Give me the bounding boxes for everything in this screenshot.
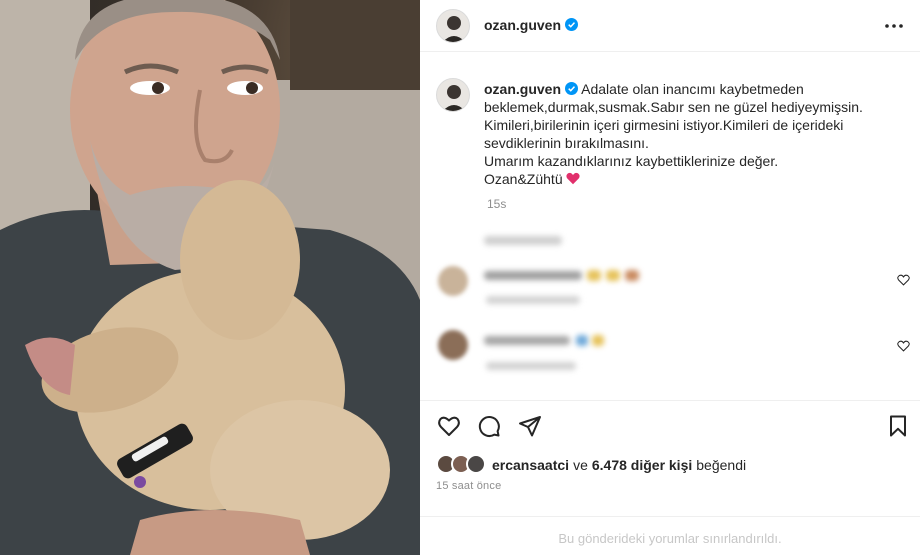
post-panel: ozan.guven ozan.guven Adalate olan inanc… [420, 0, 920, 555]
caption-time: 15s [487, 197, 507, 211]
post-caption: ozan.guven Adalate olan inancımı kaybetm… [484, 80, 904, 188]
post-header: ozan.guven [420, 0, 920, 52]
comment-icon[interactable] [477, 414, 501, 438]
liker-username[interactable]: ercansaatci [492, 457, 569, 473]
comments-restricted-footer: Bu gönderideki yorumlar sınırlandırıldı. [420, 516, 920, 555]
comment-avatar[interactable] [438, 330, 468, 360]
author-avatar[interactable] [436, 9, 470, 43]
likes-summary[interactable]: ercansaatci ve 6.478 diğer kişi beğendi [436, 454, 746, 476]
comment-username-blurred [484, 336, 570, 345]
likes-suffix: beğendi [696, 457, 747, 473]
comment-meta-blurred [486, 362, 576, 370]
comment-meta-blurred [486, 296, 580, 304]
verified-badge-icon [565, 18, 579, 31]
comment-like-icon[interactable] [897, 274, 910, 286]
comment-emoji-blurred [576, 335, 588, 346]
comment-emoji-blurred [606, 270, 620, 281]
likes-conj: ve [573, 457, 588, 473]
comment-emoji-blurred [625, 270, 639, 281]
actions-divider [420, 400, 920, 401]
post-photo[interactable] [0, 0, 420, 555]
caption-text-5: Umarım kazandıklarınız kaybettiklerinize… [484, 153, 779, 169]
likes-others[interactable]: 6.478 diğer kişi [592, 457, 692, 473]
comment-username-blurred [484, 271, 582, 280]
caption-text-4: sevdiklerinin bırakılmasını. [484, 135, 649, 151]
comment-emoji-blurred [587, 270, 601, 281]
caption-username[interactable]: ozan.guven [484, 81, 561, 97]
caption-text-6: Ozan&Zühtü [484, 171, 563, 187]
heart-emoji-icon [566, 172, 580, 185]
save-icon[interactable] [886, 414, 910, 438]
blurred-label [484, 236, 562, 245]
more-options-icon[interactable] [882, 14, 906, 38]
liker-avatar [466, 454, 486, 474]
caption-line-6: Ozan&Zühtü [484, 170, 904, 188]
caption-text-3: Kimileri,birilerinin içeri girmesini ist… [484, 117, 844, 133]
comment-avatar[interactable] [438, 266, 468, 296]
caption-author-avatar[interactable] [436, 78, 470, 112]
caption-text-1: Adalate olan inancımı kaybetmeden [581, 81, 804, 97]
comment-emoji-blurred [592, 335, 604, 346]
post-photo-illustration [0, 0, 420, 555]
caption-verified-badge-icon [565, 82, 579, 95]
like-icon[interactable] [437, 414, 461, 438]
caption-line-1: ozan.guven Adalate olan inancımı kaybetm… [484, 80, 904, 98]
caption-text-2: beklemek,durmak,susmak.Sabır sen ne güze… [484, 99, 863, 115]
comments-restricted-text: Bu gönderideki yorumlar sınırlandırıldı. [558, 531, 782, 546]
author-username-text[interactable]: ozan.guven [484, 17, 561, 33]
author-username[interactable]: ozan.guven [484, 17, 579, 33]
comment-like-icon[interactable] [897, 340, 910, 352]
liker-avatars [436, 454, 488, 476]
share-icon[interactable] [518, 414, 542, 438]
post-time[interactable]: 15 saat önce [436, 480, 501, 492]
